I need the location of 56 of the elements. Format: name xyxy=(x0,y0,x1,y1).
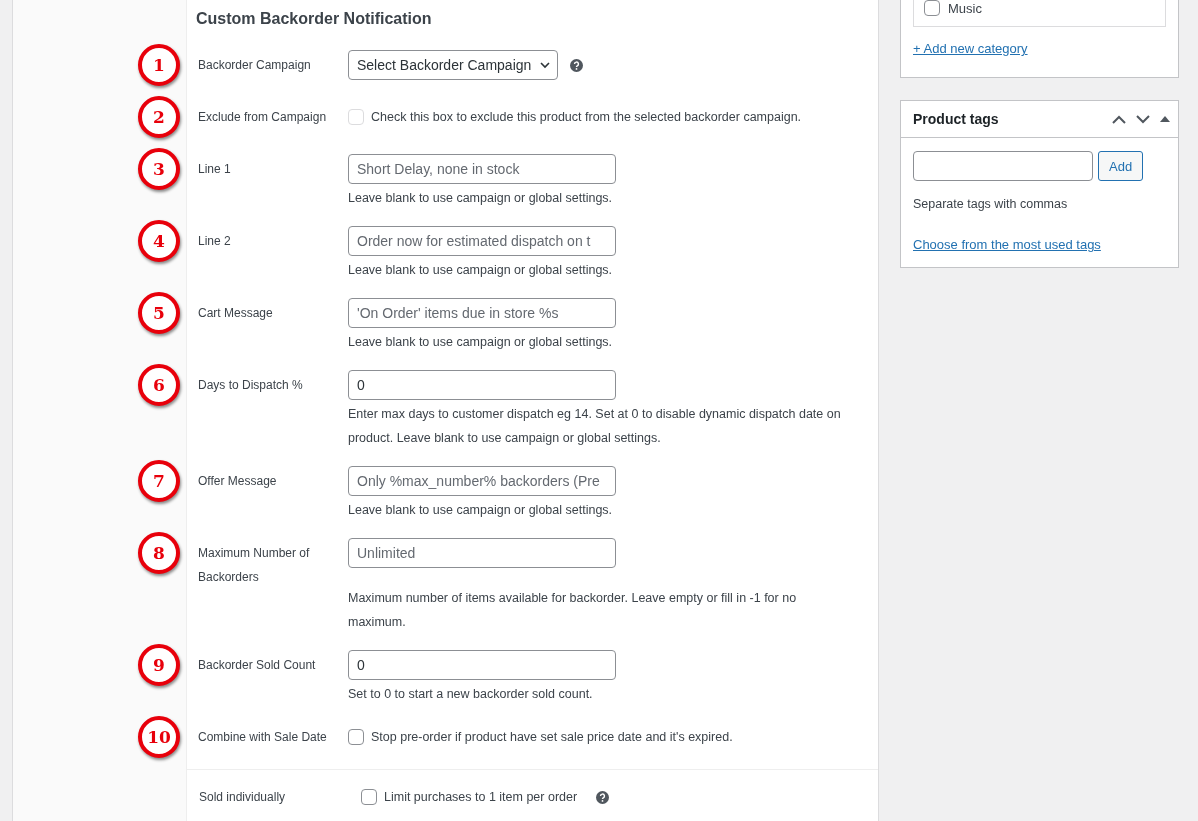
campaign-select[interactable]: Select Backorder Campaign xyxy=(348,50,559,80)
field-label: Days to Dispatch % xyxy=(197,377,304,394)
most-used-tags-link[interactable]: Choose from the most used tags xyxy=(913,237,1101,252)
section-title: Custom Backorder Notification xyxy=(195,9,433,29)
field-description: Leave blank to use campaign or global settings. xyxy=(348,190,613,207)
checkbox-label: Limit purchases to 1 item per order xyxy=(384,790,578,804)
field-description: Leave blank to use campaign or global settings. xyxy=(348,262,613,279)
add-button[interactable]: Add xyxy=(1098,151,1144,181)
text-field[interactable]: 0 xyxy=(348,370,616,400)
number-marker: 1 xyxy=(138,44,180,86)
checkbox[interactable] xyxy=(361,789,377,805)
help-icon[interactable] xyxy=(570,58,584,72)
category-label: Music xyxy=(948,0,982,16)
hint-text: Separate tags with commas xyxy=(913,197,1069,211)
text-field[interactable]: Order now for estimated dispatch on t xyxy=(348,226,616,256)
checkbox-label: Stop pre-order if product have set sale price date and it's expired. xyxy=(371,730,733,744)
number-marker: 8 xyxy=(138,532,180,574)
text-field[interactable]: Unlimited xyxy=(348,538,616,568)
checkbox[interactable] xyxy=(348,729,364,745)
chevron-up-icon[interactable] xyxy=(1112,114,1126,124)
number-marker: 3 xyxy=(138,148,180,190)
field-label: Line 2 xyxy=(197,233,232,250)
field-description: Leave blank to use campaign or global settings. xyxy=(348,502,613,519)
field-label: Offer Message xyxy=(197,473,278,490)
chevron-down-icon[interactable] xyxy=(1136,114,1150,124)
number-marker: 7 xyxy=(138,460,180,502)
panel-title: Product tags xyxy=(913,111,999,127)
field-label: Backorder Campaign xyxy=(197,57,312,74)
text-field[interactable]: Short Delay, none in stock xyxy=(348,154,616,184)
field-description: Leave blank to use campaign or global settings. xyxy=(348,334,613,351)
field-description: Enter max days to customer dispatch eg 14. Set at 0 to disable dynamic dispatch date on product. Leave blank to use campaign or global settings. xyxy=(348,406,842,447)
field-label: Backorder Sold Count xyxy=(197,657,317,674)
number-marker: 4 xyxy=(138,220,180,262)
chevron-down-icon xyxy=(539,59,552,71)
number-marker: 6 xyxy=(138,364,180,406)
text-field[interactable]: Only %max_number% backorders (Pre xyxy=(348,466,616,496)
field-description: Set to 0 to start a new backorder sold count. xyxy=(348,686,593,703)
number-marker: 10 xyxy=(138,716,180,758)
number-marker: 9 xyxy=(138,644,180,686)
field-description: Maximum number of items available for backorder. Leave empty or fill in -1 for no maximum. xyxy=(348,590,798,631)
help-icon[interactable] xyxy=(596,790,610,804)
triangle-up-icon[interactable] xyxy=(1160,116,1170,122)
field-label: Line 1 xyxy=(197,161,232,178)
field-label: Maximum Number of Backorders xyxy=(197,545,311,586)
text-field[interactable]: 'On Order' items due in store %s xyxy=(348,298,616,328)
tag-input-field[interactable] xyxy=(913,151,1093,181)
text-field[interactable]: 0 xyxy=(348,650,616,680)
category-checkbox[interactable] xyxy=(924,0,940,16)
number-marker: 2 xyxy=(138,96,180,138)
checkbox-label: Check this box to exclude this product from the selected backorder campaign. xyxy=(371,110,802,124)
number-marker: 5 xyxy=(138,292,180,334)
field-label: Combine with Sale Date xyxy=(197,729,328,746)
field-label: Sold individually xyxy=(199,789,287,806)
field-label: Cart Message xyxy=(197,305,274,322)
field-label: Exclude from Campaign xyxy=(197,109,328,126)
add-category-link[interactable]: + Add new category xyxy=(913,41,1028,56)
